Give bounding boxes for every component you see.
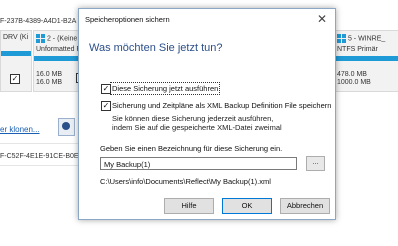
partition-2-total: 16.0 MB (36, 79, 63, 86)
cancel-button[interactable]: Abbrechen (280, 198, 330, 214)
disk-id-text: F-237B-4389-A4D1-B2A (0, 18, 77, 25)
windows-icon (36, 34, 45, 43)
run-now-checkbox[interactable]: ✓ (101, 84, 111, 94)
xml-path-text: C:\Users\info\Documents\Reflect\My Backu… (100, 177, 271, 186)
ok-button[interactable]: OK (222, 198, 272, 214)
windows-icon (337, 34, 346, 43)
partition-3-fs: NTFS Primär (337, 46, 378, 53)
partition-3-used: 478.0 MB (337, 71, 367, 78)
dialog-title-bar[interactable]: Speicheroptionen sichern ✕ (79, 9, 335, 31)
info-text-line-2: indem Sie auf die gespeicherte XML-Datei… (112, 123, 282, 132)
partition-3-label: 5 - WINRE_ (337, 34, 385, 43)
divider (0, 165, 78, 166)
dialog-title: Speicheroptionen sichern (85, 15, 170, 24)
partition-3-total: 1000.0 MB (337, 79, 371, 86)
dialog-heading: Was möchten Sie jetzt tun? (89, 42, 223, 54)
partition-1-label: DRV (Ki (3, 34, 29, 41)
backup-name-input[interactable]: My Backup(1) (100, 157, 297, 170)
partition-1-checkbox[interactable]: ✓ (10, 74, 20, 84)
disk-id-text-2: F-C52F-4E1E-91CE-B0E8 (0, 153, 83, 160)
close-icon[interactable]: ✕ (317, 12, 327, 26)
save-xml-checkbox[interactable]: ✓ (101, 101, 111, 111)
partition-2[interactable]: 2 - (Keine Unformatted P 16.0 MB 16.0 MB… (33, 30, 86, 92)
partition-3-usage-bar (335, 56, 398, 61)
save-options-dialog: Speicheroptionen sichern ✕ Was möchten S… (78, 8, 336, 220)
run-now-label[interactable]: Diese Sicherung jetzt ausführen (109, 82, 221, 95)
clone-disk-link[interactable]: er klonen... (0, 125, 40, 134)
partition-3[interactable]: 5 - WINRE_ NTFS Primär 478.0 MB 1000.0 M… (334, 30, 398, 92)
partition-2-used: 16.0 MB (36, 71, 63, 78)
help-button[interactable]: Hilfe (164, 198, 214, 214)
partition-1-usage-bar (1, 51, 31, 56)
divider (0, 143, 78, 144)
disk-clone-icon[interactable] (58, 118, 75, 136)
name-prompt-label: Geben Sie einen Bezeichnung für diese Si… (100, 144, 283, 153)
partition-2-label: 2 - (Keine (36, 34, 77, 43)
info-text-line-1: Sie können diese Sicherung jederzeit aus… (112, 114, 274, 123)
partition-2-fs: Unformatted P (36, 46, 82, 53)
browse-button[interactable]: ... (306, 156, 325, 171)
save-xml-label[interactable]: Sicherung und Zeitpläne als XML Backup D… (112, 101, 331, 110)
partition-1[interactable]: DRV (Ki ✓ (0, 30, 32, 92)
partition-2-usage-bar (34, 56, 79, 61)
